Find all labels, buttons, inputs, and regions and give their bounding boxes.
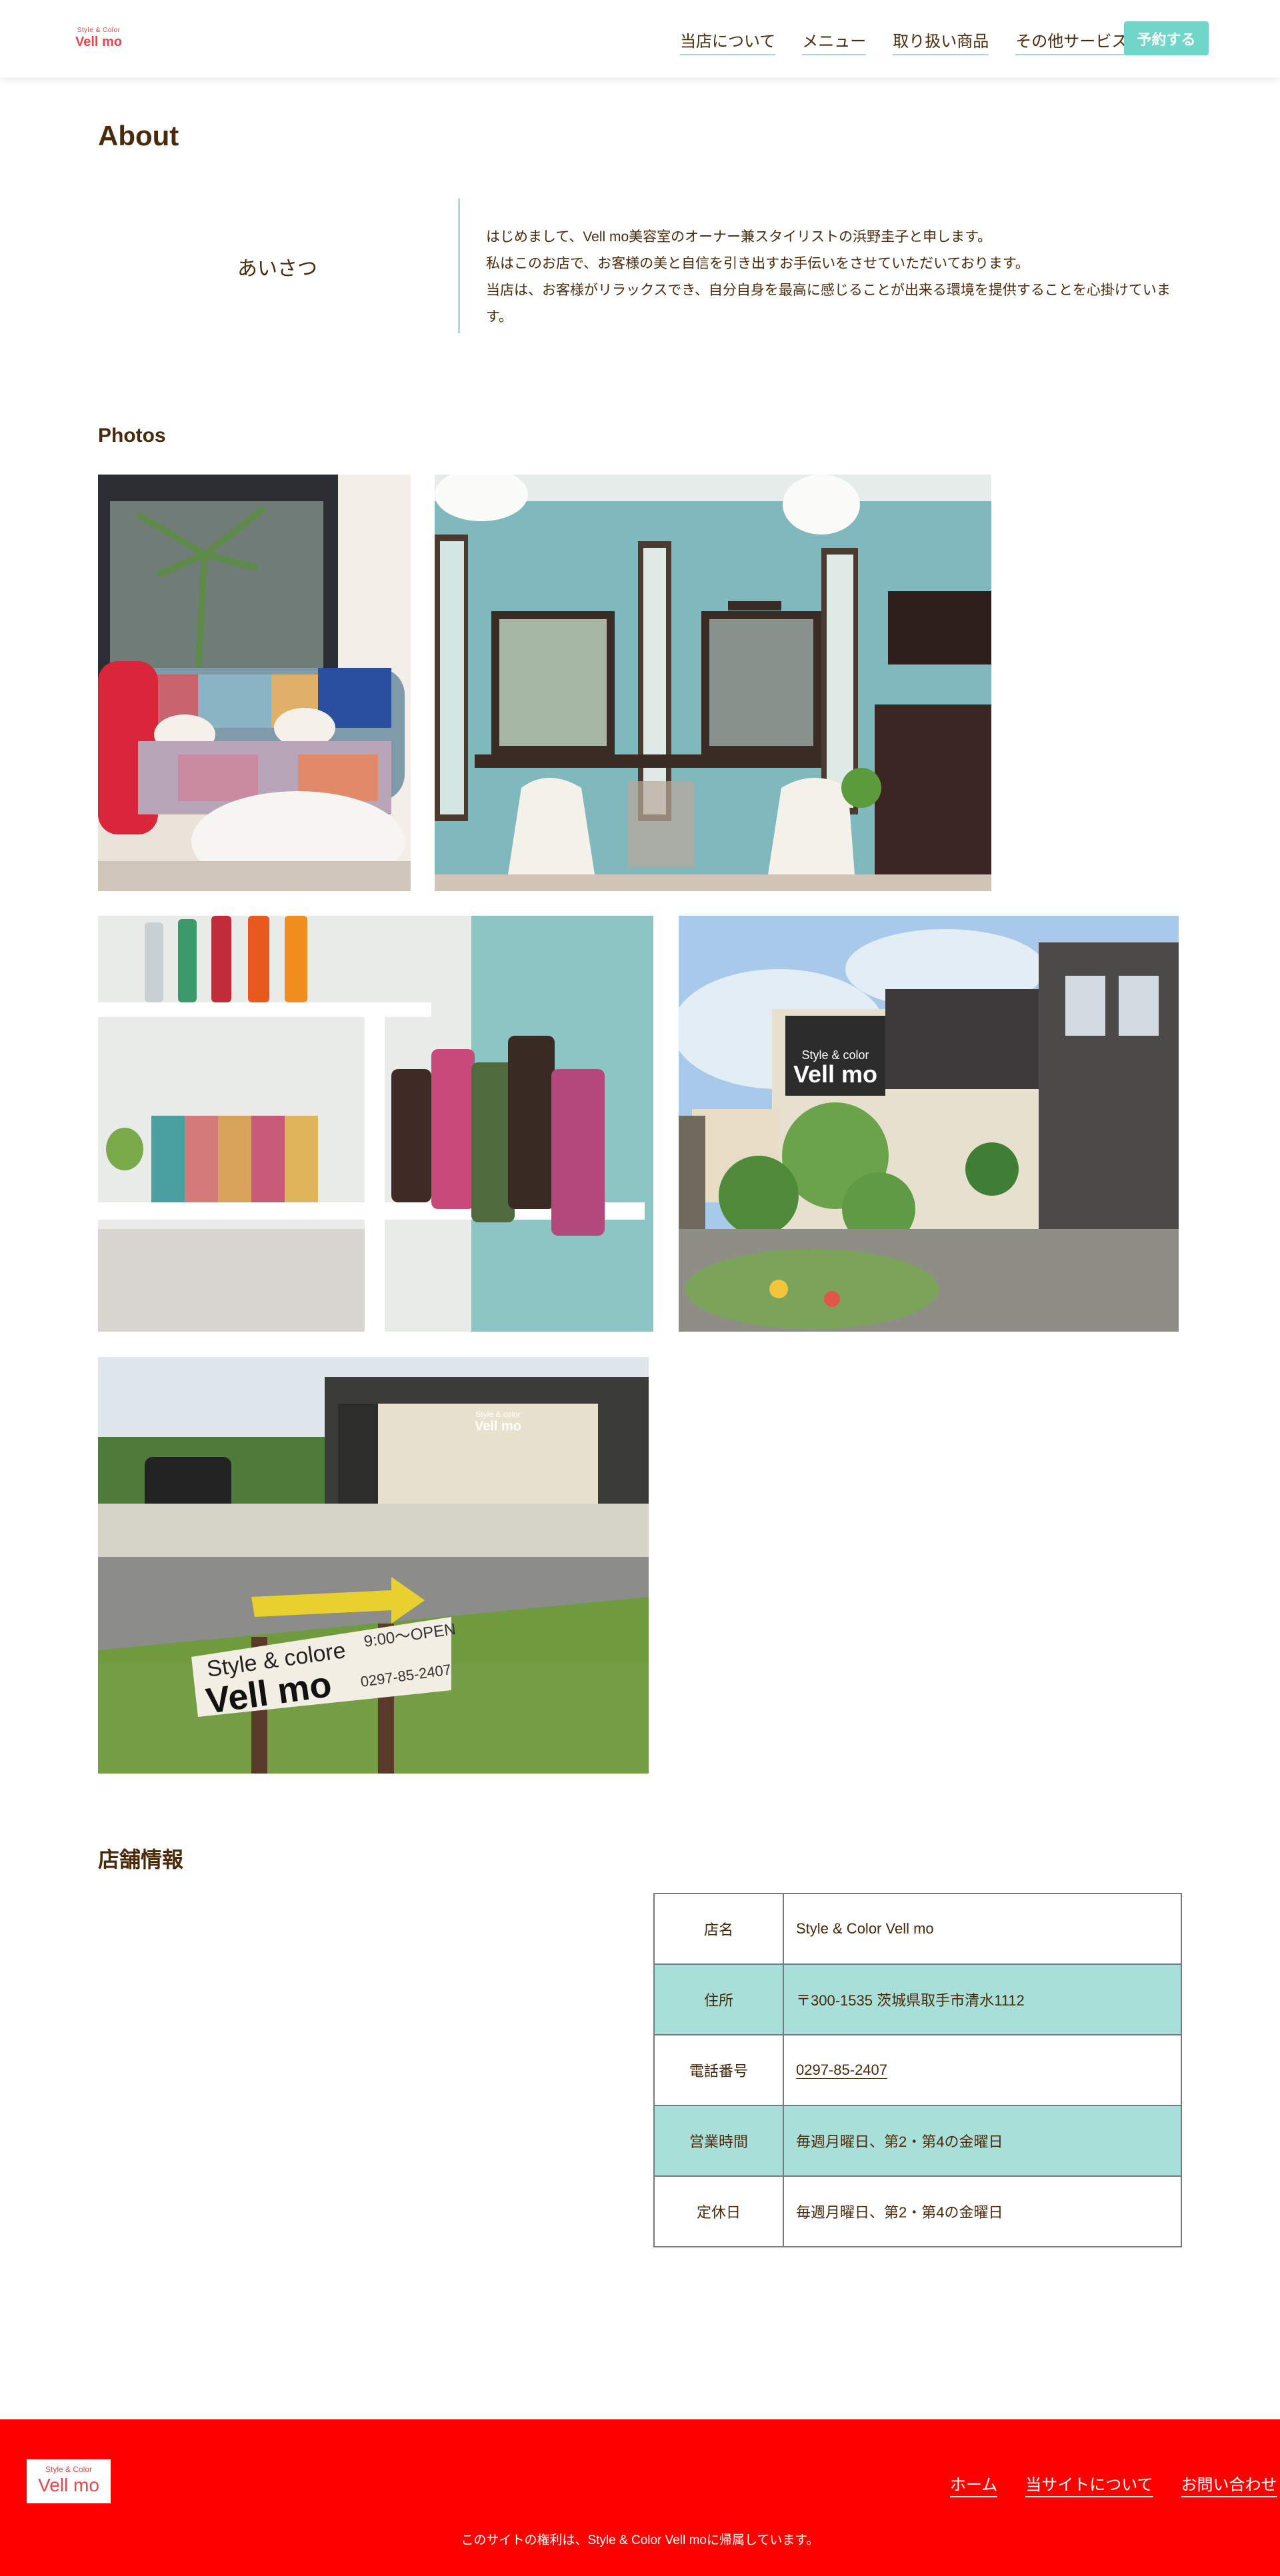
building-sign-small-distant: Style & color (475, 1410, 520, 1419)
site-logo[interactable]: Style & Color Vell mo (73, 27, 124, 49)
greeting-line: はじめまして、Vell mo美容室のオーナー兼スタイリストの浜野圭子と申します。 (486, 229, 992, 245)
store-info-table: 店名 Style & Color Vell mo 住所 〒300-1535 茨城… (653, 1893, 1182, 2247)
greeting-line: 当店は、お客様がリラックスでき、自分自身を最高に感じることが出来る環境を提供する… (486, 283, 1171, 325)
row-key-name: 店名 (653, 1893, 784, 1965)
footer-logo-tagline: Style & Color (45, 2465, 93, 2474)
row-key-hours: 営業時間 (653, 2105, 784, 2177)
nav-menu[interactable]: メニュー (802, 28, 867, 55)
building-sign-big-distant: Vell mo (475, 1419, 521, 1434)
about-heading: About (98, 120, 179, 151)
row-value-closed: 毎週月曜日、第2・第4の金曜日 (783, 2175, 1182, 2247)
reserve-button[interactable]: 予約する (1124, 21, 1209, 55)
row-value-address: 〒300-1535 茨城県取手市清水1112 (783, 1963, 1182, 2035)
photo-parking-sign-image: Style & color Vell mo Style & colore Vel… (98, 1357, 649, 1774)
table-row: 電話番号 0297-85-2407 (653, 2034, 1182, 2106)
row-value-name: Style & Color Vell mo (783, 1893, 1182, 1965)
greeting-text: はじめまして、Vell mo美容室のオーナー兼スタイリストの浜野圭子と申します。… (486, 224, 1179, 331)
footer-nav: ホーム 当サイトについて お問い合わせ (950, 2471, 1277, 2497)
footer-logo[interactable]: Style & Color Vell mo (27, 2459, 111, 2503)
photo-salon-interior[interactable] (435, 475, 991, 891)
building-sign-big: Vell mo (793, 1060, 877, 1088)
table-row: 定休日 毎週月曜日、第2・第4の金曜日 (653, 2175, 1182, 2247)
nav-services[interactable]: その他サービス (1015, 28, 1128, 55)
footer-nav-about-site[interactable]: 当サイトについて (1025, 2471, 1153, 2497)
photo-product-shelf[interactable] (98, 916, 653, 1332)
table-row: 店名 Style & Color Vell mo (653, 1893, 1182, 1965)
phone-link[interactable]: 0297-85-2407 (796, 2061, 888, 2079)
footer-logo-name: Vell mo (38, 2475, 99, 2495)
footer-nav-contact[interactable]: お問い合わせ (1181, 2471, 1277, 2497)
greeting-label: あいさつ (237, 258, 317, 280)
photo-lounge-sofa[interactable] (98, 475, 411, 891)
photo-building-exterior[interactable]: Style & color Vell mo (679, 916, 1179, 1332)
site-header: Style & Color Vell mo 当店について メニュー 取り扱い商品… (0, 0, 1280, 77)
photos-heading: Photos (98, 425, 166, 447)
photo-product-shelf-image (98, 916, 653, 1332)
logo-name: Vell mo (75, 35, 123, 49)
building-sign-small: Style & color (801, 1048, 869, 1062)
photo-lounge-sofa-image (98, 475, 411, 891)
photo-parking-sign[interactable]: Style & color Vell mo Style & colore Vel… (98, 1357, 649, 1774)
photo-building-exterior-image: Style & color Vell mo (679, 916, 1179, 1332)
table-row: 営業時間 毎週月曜日、第2・第4の金曜日 (653, 2105, 1182, 2177)
greeting-divider (458, 199, 460, 333)
row-value-phone-cell: 0297-85-2407 (783, 2034, 1182, 2106)
store-info-heading: 店舗情報 (98, 1848, 184, 1872)
copyright-text: このサイトの権利は、Style & Color Vell moに帰属しています。 (461, 2533, 819, 2547)
photo-salon-interior-image (435, 475, 991, 891)
logo-tagline: Style & Color (77, 27, 121, 34)
nav-about[interactable]: 当店について (680, 28, 776, 55)
row-key-phone: 電話番号 (653, 2034, 784, 2106)
main-nav: 当店について メニュー 取り扱い商品 その他サービス (680, 28, 1128, 55)
footer-nav-home[interactable]: ホーム (950, 2471, 998, 2497)
site-footer: Style & Color Vell mo ホーム 当サイトについて お問い合わ… (0, 2419, 1280, 2576)
row-key-address: 住所 (653, 1963, 784, 2035)
row-key-closed: 定休日 (653, 2175, 784, 2247)
row-value-hours: 毎週月曜日、第2・第4の金曜日 (783, 2105, 1182, 2177)
greeting-line: 私はこのお店で、お客様の美と自信を引き出すお手伝いをさせていただいております。 (486, 256, 1029, 271)
table-row: 住所 〒300-1535 茨城県取手市清水1112 (653, 1963, 1182, 2035)
nav-products[interactable]: 取り扱い商品 (893, 28, 989, 55)
